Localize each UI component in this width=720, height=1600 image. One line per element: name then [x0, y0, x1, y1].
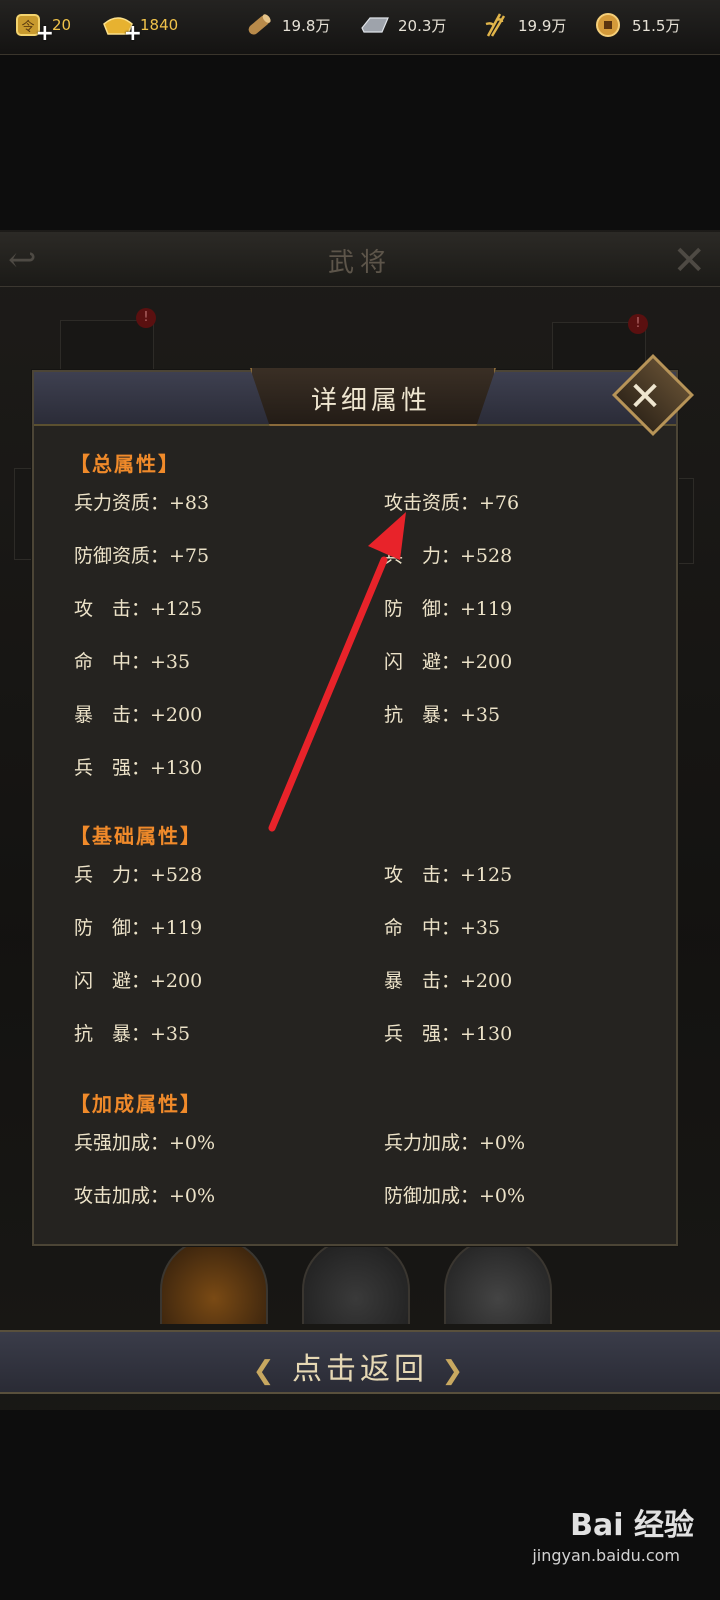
copper-value: 51.5万	[632, 16, 681, 35]
copper-coin-icon	[594, 12, 624, 38]
resource-bar: 令 + 20 + 1840 19.8万 20.3万 19.9万 51.5万	[0, 0, 720, 55]
attr-attack-bonus: 攻击加成：+0%	[74, 1185, 216, 1207]
svg-text:令: 令	[21, 20, 34, 35]
add-jade-icon[interactable]: +	[36, 21, 54, 46]
attr-attack-total: 攻 击：+125	[74, 598, 203, 620]
gold-ingot-icon: +	[102, 12, 142, 46]
grain-wheat-icon	[480, 12, 510, 38]
dialog-title: 详细属性	[310, 386, 431, 416]
attr-hit-base: 命 中：+35	[384, 917, 501, 939]
alert-badge-right: !	[628, 314, 648, 334]
wood-log-icon	[244, 12, 274, 38]
return-label-row: ❮ 点击返回 ❯	[0, 1344, 720, 1388]
section-heading-total: 【总属性】	[70, 452, 180, 476]
copper-resource: 51.5万	[594, 10, 680, 40]
iron-ingot-icon	[360, 12, 390, 38]
attr-troops-bonus: 兵力加成：+0%	[384, 1132, 526, 1154]
chevron-right-icon: ❯	[441, 1356, 468, 1386]
alert-badge-left: !	[136, 308, 156, 328]
grain-resource: 19.9万	[480, 10, 566, 40]
baidu-watermark-url: jingyan.baidu.com	[532, 1546, 680, 1565]
add-gold-icon[interactable]: +	[124, 21, 142, 46]
scene-close-icon[interactable]: ✕	[672, 238, 706, 284]
gold-value: 1840	[140, 16, 179, 34]
return-label: 点击返回	[292, 1352, 428, 1387]
attr-troops-base: 兵 力：+528	[74, 864, 203, 886]
gold-resource[interactable]: + 1840	[102, 10, 179, 46]
attr-troop-aptitude: 兵力资质：+83	[74, 492, 210, 514]
chevron-left-icon: ❮	[252, 1356, 279, 1386]
jade-token-icon: 令 +	[14, 12, 54, 46]
attr-defense-total: 防 御：+119	[384, 598, 513, 620]
attr-anticrit-total: 抗 暴：+35	[384, 704, 501, 726]
scene-title: 武将	[327, 248, 392, 278]
attr-defense-base: 防 御：+119	[74, 917, 203, 939]
attr-dodge-base: 闪 避：+200	[74, 970, 203, 992]
return-button[interactable]: ❮ 点击返回 ❯	[0, 1330, 720, 1394]
attr-anticrit-base: 抗 暴：+35	[74, 1023, 191, 1045]
attr-attack-base: 攻 击：+125	[384, 864, 513, 886]
section-heading-bonus: 【加成属性】	[70, 1092, 202, 1116]
attr-hit-total: 命 中：+35	[74, 651, 191, 673]
attr-troops-total: 兵 力：+528	[384, 545, 513, 567]
attr-troop-strength-bonus: 兵强加成：+0%	[74, 1132, 216, 1154]
close-icon[interactable]: ✕	[616, 368, 674, 426]
attr-troop-strength-total: 兵 强：+130	[74, 757, 203, 779]
jade-resource[interactable]: 令 + 20	[14, 10, 72, 46]
attr-attack-aptitude: 攻击资质：+76	[384, 492, 520, 514]
attr-troop-strength-base: 兵 强：+130	[384, 1023, 513, 1045]
wood-resource: 19.8万	[244, 10, 330, 40]
grain-value: 19.9万	[518, 16, 567, 35]
jade-value: 20	[52, 16, 72, 34]
attr-defense-bonus: 防御加成：+0%	[384, 1185, 526, 1207]
attr-crit-base: 暴 击：+200	[384, 970, 513, 992]
detail-attributes-dialog: 详细属性 ✕ 【总属性】 兵力资质：+83 攻击资质：+76 防御资质：+75 …	[32, 353, 695, 1246]
baidu-watermark-logo: Bai 经验	[570, 1508, 694, 1543]
attr-defense-aptitude: 防御资质：+75	[74, 545, 210, 567]
wood-value: 19.8万	[282, 16, 331, 35]
attr-dodge-total: 闪 避：+200	[384, 651, 513, 673]
section-heading-base: 【基础属性】	[70, 824, 202, 848]
attr-crit-total: 暴 击：+200	[74, 704, 203, 726]
iron-resource: 20.3万	[360, 10, 446, 40]
iron-value: 20.3万	[398, 16, 447, 35]
